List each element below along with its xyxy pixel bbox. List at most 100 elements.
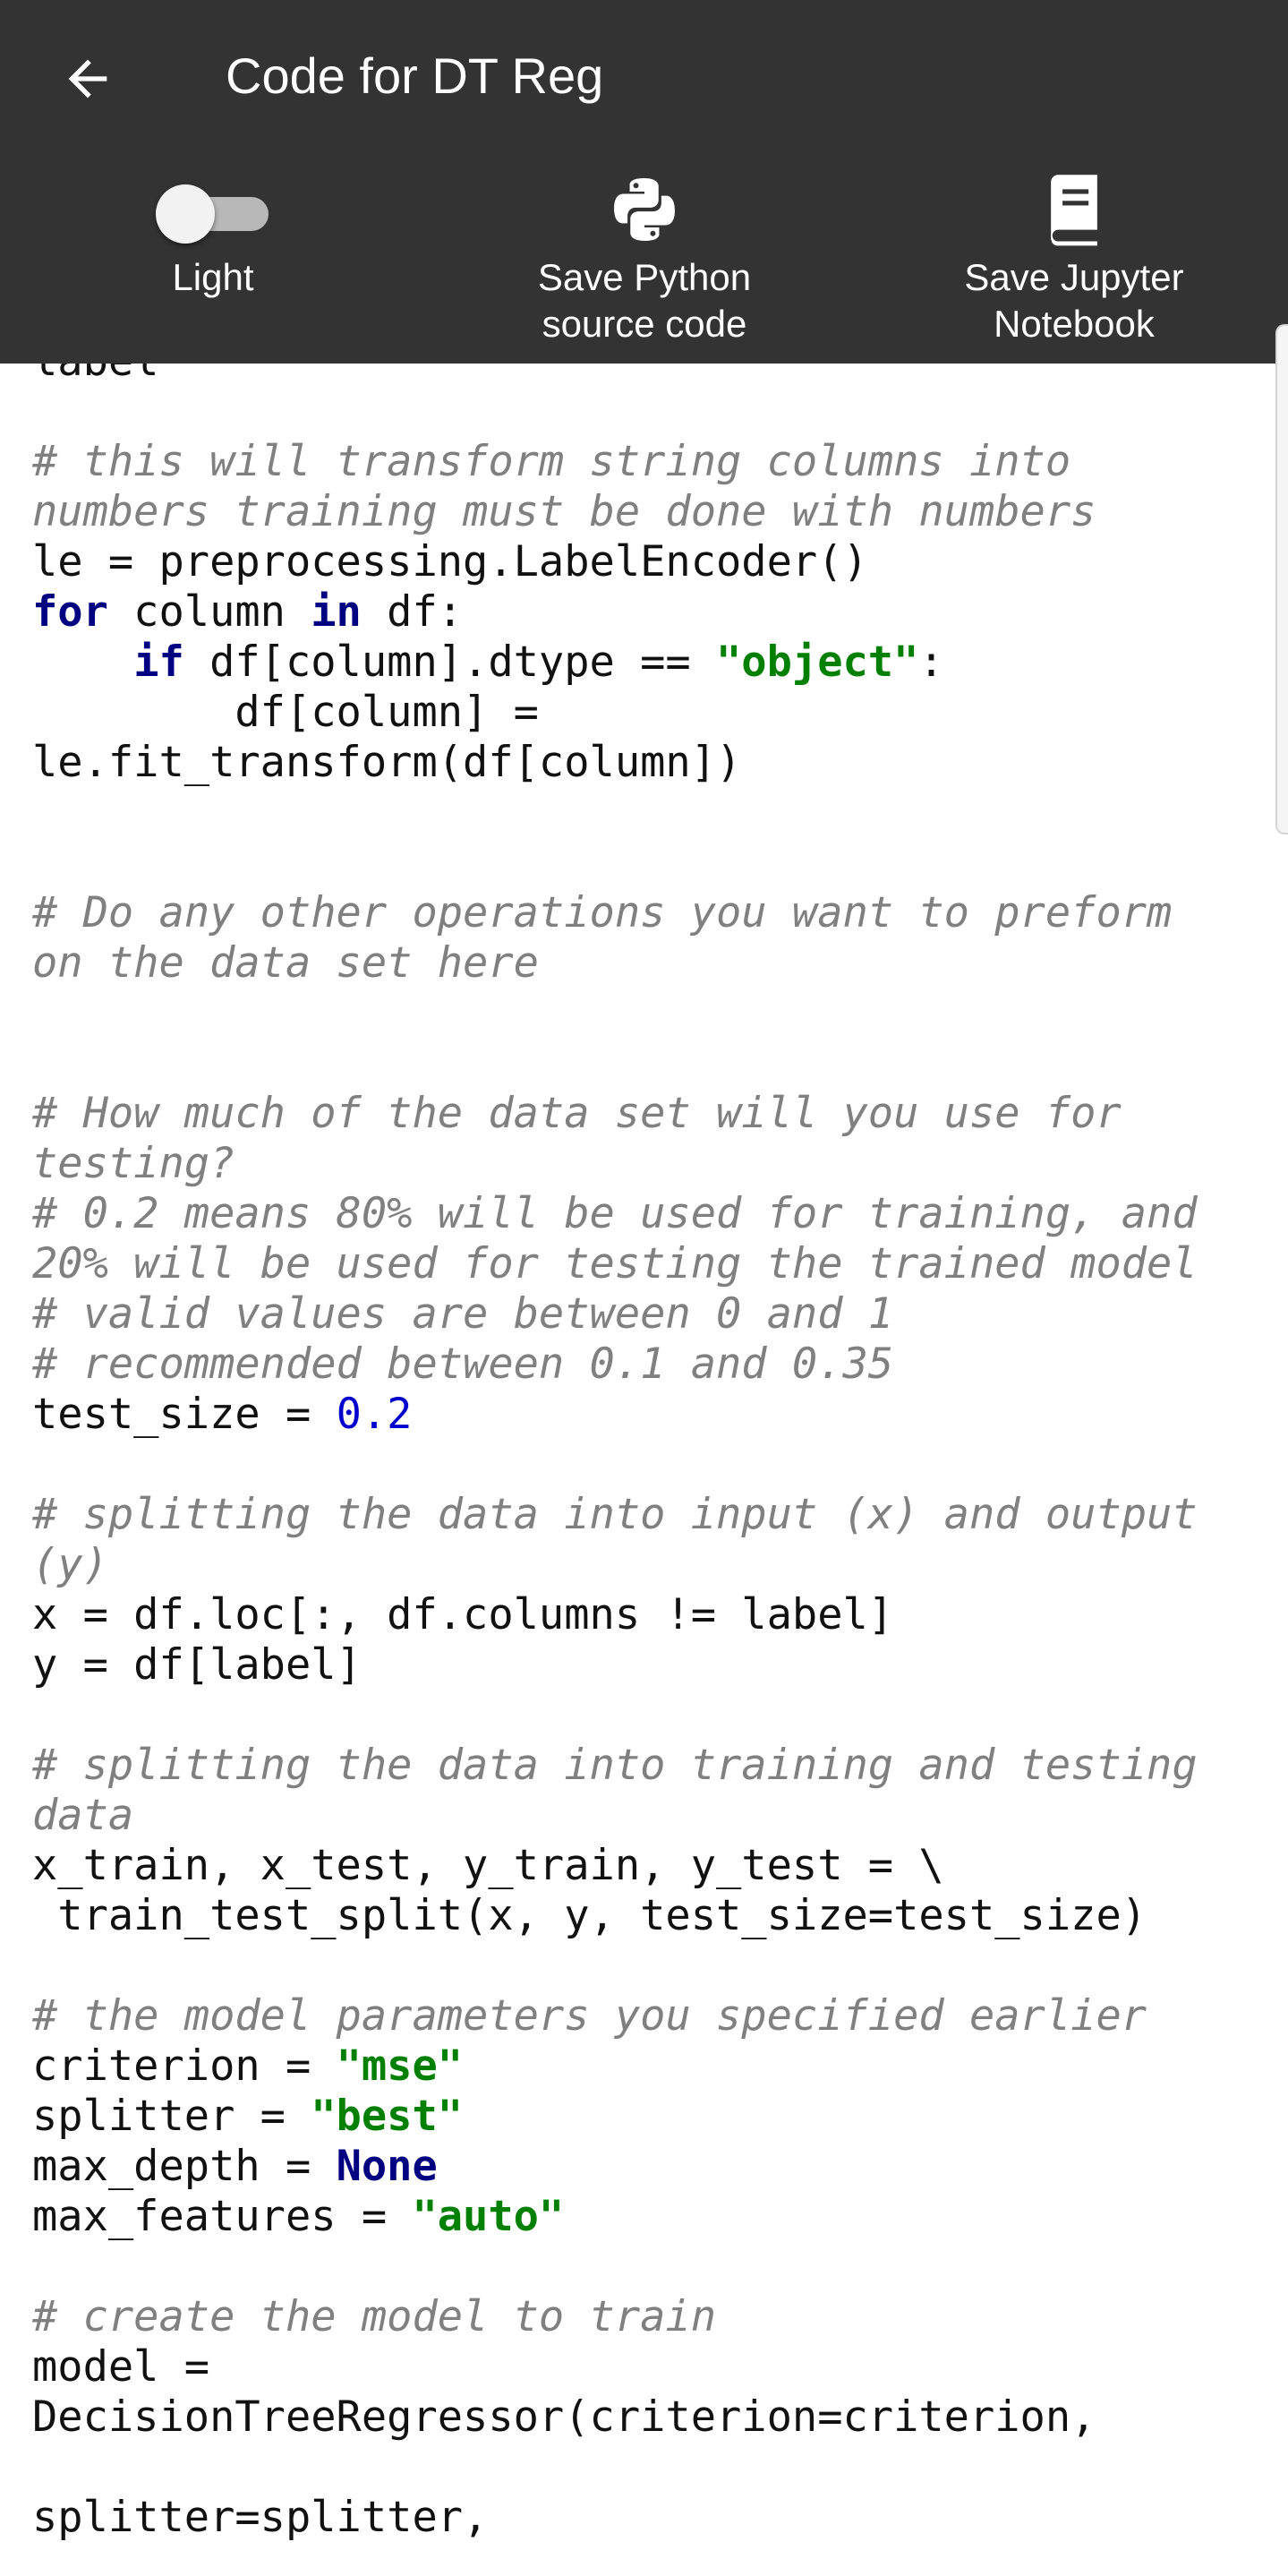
code-line: max_features = "auto": [32, 2192, 1198, 2242]
code-token: # recommended between 0.1 and 0.35: [32, 1339, 894, 1389]
light-toggle-switch[interactable]: [156, 184, 270, 244]
scrollbar-thumb[interactable]: [1275, 324, 1288, 834]
code-token: numbers training must be done with numbe…: [32, 487, 1096, 536]
code-token: on the data set here: [32, 938, 539, 988]
code-token: train_test_split(x, y, test_size=test_si…: [32, 1891, 1147, 1940]
app-bar: Code for DT Reg Light Save Python source…: [0, 0, 1288, 364]
code-token: for: [32, 587, 108, 637]
code-line: test_size = 0.2: [32, 1390, 1198, 1440]
theme-toggle-button[interactable]: Light: [43, 161, 383, 355]
code-token: criterion =: [32, 2041, 337, 2091]
code-line: splitter = "best": [32, 2092, 1198, 2142]
back-button[interactable]: [47, 38, 129, 120]
code-line: # 0.2 means 80% will be used for trainin…: [32, 1189, 1198, 1239]
code-token: 20% will be used for testing the trained…: [32, 1239, 1198, 1288]
code-token: x = df.loc[:, df.columns != label]: [32, 1590, 894, 1639]
code-line: DecisionTreeRegressor(criterion=criterio…: [32, 2392, 1198, 2443]
code-token: splitter=splitter,: [32, 2493, 489, 2542]
code-line: # splitting the data into input (x) and …: [32, 1490, 1198, 1540]
code-token: # splitting the data into training and t…: [32, 1741, 1198, 1790]
save-python-label: Save Python source code: [537, 256, 752, 345]
code-token: data: [32, 1791, 134, 1840]
notebook-icon-wrapper: [1038, 161, 1110, 247]
code-token: # splitting the data into input (x) and …: [32, 1490, 1198, 1539]
code-token: # this will transform string columns int…: [32, 437, 1071, 486]
code-token: y = df[label]: [32, 1640, 362, 1690]
code-line: data: [32, 1791, 1198, 1841]
toggle-wrapper: [156, 161, 270, 247]
code-token: model =: [32, 2342, 210, 2392]
code-line: x = df.loc[:, df.columns != label]: [32, 1590, 1198, 1640]
toggle-knob: [156, 184, 215, 244]
code-line: splitter=splitter,: [32, 2493, 1198, 2543]
code-line: train_test_split(x, y, test_size=test_si…: [32, 1891, 1198, 1941]
code-line: label: [32, 364, 1198, 387]
code-token: "auto": [412, 2192, 565, 2241]
save-jupyter-notebook-button[interactable]: Save Jupyter Notebook: [904, 161, 1244, 355]
code-line: # create the model to train: [32, 2292, 1198, 2342]
code-line: max_depth = None: [32, 2142, 1198, 2192]
code-line: if df[column].dtype == "object":: [32, 638, 1198, 688]
code-token: :: [918, 638, 944, 687]
code-line: model =: [32, 2342, 1198, 2392]
code-line: on the data set here: [32, 938, 1198, 988]
code-token: "best": [311, 2092, 464, 2141]
code-line: le = preprocessing.LabelEncoder(): [32, 537, 1198, 587]
code-line: (y): [32, 1540, 1198, 1590]
python-logo-icon: [614, 178, 675, 241]
code-line: for column in df:: [32, 587, 1198, 638]
code-token: 0.2: [336, 1390, 413, 1439]
code-line: x_train, x_test, y_train, y_test = \: [32, 1841, 1198, 1891]
light-label: Light: [172, 256, 254, 298]
code-block: label # this will transform string column…: [32, 364, 1198, 2543]
code-token: "mse": [336, 2041, 464, 2091]
code-token: (y): [32, 1540, 108, 1589]
python-icon-wrapper: [607, 161, 682, 247]
save-python-source-button[interactable]: Save Python source code: [474, 161, 815, 355]
code-token: test_size =: [32, 1390, 337, 1439]
code-token: # 0.2 means 80% will be used for trainin…: [32, 1189, 1198, 1238]
code-token: max_features =: [32, 2192, 413, 2241]
arrow-left-icon: [68, 59, 107, 98]
code-token: in: [311, 587, 362, 637]
code-token: DecisionTreeRegressor(criterion=criterio…: [32, 2392, 1096, 2442]
code-token: df[column].dtype ==: [183, 638, 717, 687]
code-viewer[interactable]: label # this will transform string column…: [0, 364, 1288, 2576]
code-token: splitter =: [32, 2092, 311, 2141]
code-token: le = preprocessing.LabelEncoder(): [32, 537, 868, 586]
code-line: le.fit_transform(df[column]): [32, 738, 1198, 788]
notebook-icon: [1051, 175, 1097, 246]
code-line: # the model parameters you specified ear…: [32, 1991, 1198, 2041]
code-token: # How much of the data set will you use …: [32, 1089, 1122, 1138]
code-line: # this will transform string columns int…: [32, 437, 1198, 487]
code-token: # create the model to train: [32, 2292, 717, 2341]
save-jupyter-label: Save Jupyter Notebook: [964, 256, 1184, 345]
code-token: max_depth =: [32, 2142, 337, 2191]
code-line: df[column] =: [32, 688, 1198, 738]
code-token: # valid values are between 0 and 1: [32, 1289, 894, 1339]
code-line: # splitting the data into training and t…: [32, 1741, 1198, 1791]
code-token: le.fit_transform(df[column]): [32, 738, 742, 787]
code-token: df[column] =: [32, 688, 539, 737]
code-token: None: [336, 2142, 438, 2191]
code-line: 20% will be used for testing the trained…: [32, 1239, 1198, 1289]
code-line: # valid values are between 0 and 1: [32, 1289, 1198, 1339]
page-title: Code for DT Reg: [226, 47, 604, 104]
code-token: # the model parameters you specified ear…: [32, 1991, 1147, 2041]
code-token: x_train, x_test, y_train, y_test = \: [32, 1841, 944, 1890]
code-line: # How much of the data set will you use …: [32, 1089, 1198, 1139]
code-line: # recommended between 0.1 and 0.35: [32, 1339, 1198, 1390]
code-token: testing?: [32, 1139, 235, 1188]
code-line: criterion = "mse": [32, 2041, 1198, 2092]
